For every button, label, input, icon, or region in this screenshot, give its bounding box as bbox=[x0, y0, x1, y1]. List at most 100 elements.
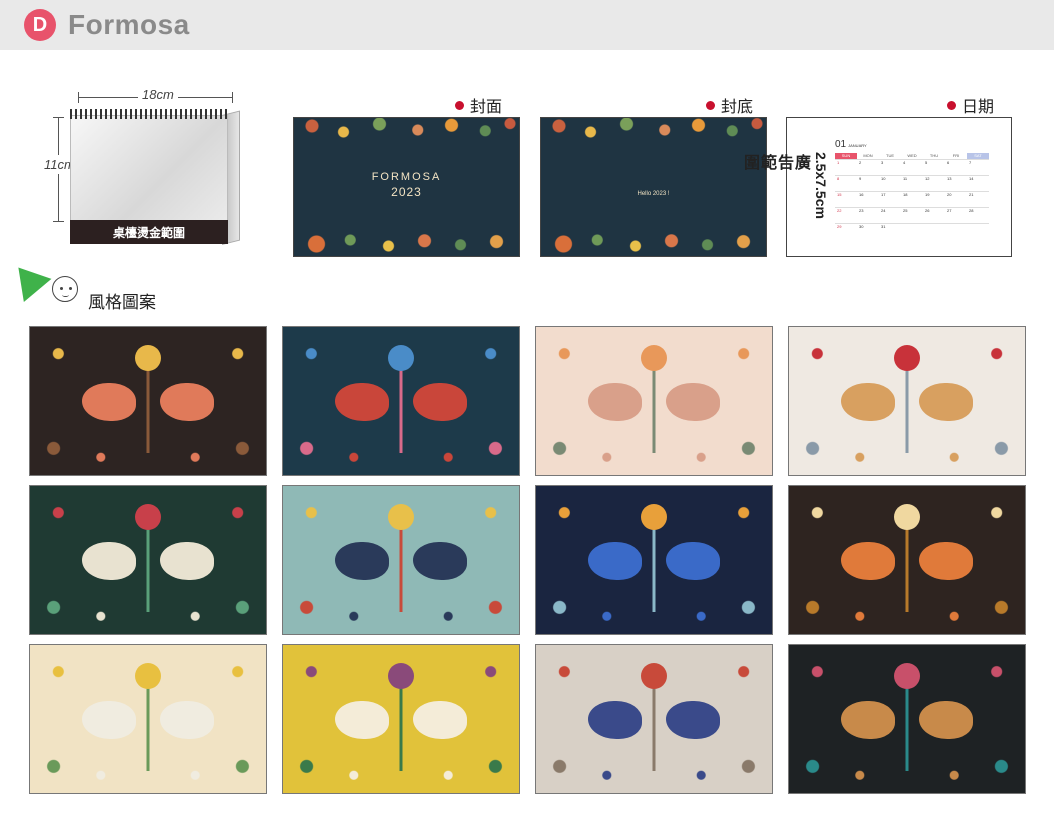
central-flower bbox=[641, 662, 667, 689]
day-cell: 2 bbox=[859, 160, 862, 165]
foil-stamping-area: 桌檯燙金範圍 bbox=[70, 220, 228, 244]
central-flower bbox=[388, 662, 414, 689]
weekday-label: MON bbox=[863, 153, 873, 158]
style-thumbnail[interactable] bbox=[29, 644, 267, 794]
left-animal-motif bbox=[334, 701, 389, 740]
right-animal-motif bbox=[160, 542, 215, 581]
left-animal-motif bbox=[334, 542, 389, 581]
style-thumbnail[interactable] bbox=[788, 485, 1026, 635]
day-cell: 13 bbox=[947, 176, 952, 181]
day-cell: 3 bbox=[881, 160, 884, 165]
day-cell: 4 bbox=[903, 160, 906, 165]
month-grid: SUN MON TUE WED THU FRI SAT 1 2 3 4 5 6 7 8 9 10 11 12 13 14… bbox=[835, 153, 989, 241]
style-thumbnail[interactable] bbox=[282, 644, 520, 794]
day-cell bbox=[901, 224, 923, 239]
day-cell: 6 bbox=[947, 160, 950, 165]
ad-area-text: 廣告範圍 bbox=[741, 154, 809, 170]
central-flower bbox=[641, 503, 667, 530]
right-animal-motif bbox=[413, 701, 468, 740]
front-cover-label: 封面 bbox=[455, 93, 502, 117]
back-cover-preview[interactable]: Hello 2023 ! bbox=[540, 117, 767, 257]
back-cover-label: 封底 bbox=[706, 93, 753, 117]
style-thumbnail[interactable] bbox=[535, 485, 773, 635]
right-animal-motif bbox=[160, 383, 215, 422]
style-thumbnail[interactable] bbox=[788, 644, 1026, 794]
day-cell: 25 bbox=[903, 208, 908, 213]
day-cell: 10 bbox=[881, 176, 886, 181]
weekday-label: TUE bbox=[886, 153, 894, 158]
weekday-label: THU bbox=[929, 153, 939, 158]
cover-title: FORMOSA bbox=[371, 171, 442, 183]
red-dot-icon bbox=[706, 101, 715, 111]
date-page-preview[interactable]: 廣告範圍 2.5x7.5cm 01 JANUARY SUN MON TUE WED THU… bbox=[741, 117, 1012, 257]
style-thumbnail[interactable] bbox=[788, 326, 1026, 476]
day-cell: 1 bbox=[837, 160, 840, 165]
style-thumbnail[interactable] bbox=[282, 326, 520, 476]
style-thumbnail[interactable] bbox=[535, 644, 773, 794]
right-animal-motif bbox=[413, 542, 468, 581]
weekday-label: SAT bbox=[967, 153, 989, 159]
left-animal-motif bbox=[587, 542, 642, 581]
day-cell: 20 bbox=[947, 192, 952, 197]
spiral-binding bbox=[70, 109, 228, 119]
weekday-label: SUN bbox=[835, 153, 857, 159]
right-animal-motif bbox=[919, 383, 974, 422]
left-animal-motif bbox=[81, 701, 136, 740]
red-dot-icon bbox=[455, 101, 464, 111]
cover-year: 2023 bbox=[391, 185, 422, 199]
green-triangle-icon bbox=[4, 255, 52, 303]
left-animal-motif bbox=[840, 383, 895, 422]
style-thumbnail[interactable] bbox=[535, 326, 773, 476]
day-cell: 5 bbox=[925, 160, 928, 165]
style-thumbnail[interactable] bbox=[29, 485, 267, 635]
product-page: D Formosa 18cm 11cm 桌檯燙金範圍 封面 FORMOSA 20… bbox=[0, 0, 1054, 817]
style-thumbnail[interactable] bbox=[29, 326, 267, 476]
style-section-title: 風格圖案 bbox=[88, 293, 156, 312]
day-cell: 9 bbox=[859, 176, 862, 181]
central-flower bbox=[388, 503, 414, 530]
central-flower bbox=[894, 503, 920, 530]
day-cell bbox=[945, 224, 967, 239]
left-animal-motif bbox=[81, 383, 136, 422]
left-animal-motif bbox=[840, 542, 895, 581]
calendar-product-illustration: 18cm 11cm 桌檯燙金範圍 bbox=[44, 85, 270, 260]
left-animal-motif bbox=[81, 542, 136, 581]
week-row: 22 23 24 25 26 27 28 bbox=[835, 207, 989, 223]
day-cell: 18 bbox=[903, 192, 908, 197]
ad-area-size: 2.5x7.5cm bbox=[813, 152, 829, 219]
floral-top-border bbox=[541, 118, 766, 158]
central-flower bbox=[135, 503, 161, 530]
header-bar: D Formosa bbox=[0, 0, 1054, 50]
red-dot-icon bbox=[947, 101, 956, 111]
day-cell: 15 bbox=[837, 192, 842, 197]
width-label: 18cm bbox=[138, 87, 178, 102]
central-flower bbox=[641, 344, 667, 371]
day-cell: 16 bbox=[859, 192, 864, 197]
month-name: JANUARY bbox=[848, 143, 867, 148]
week-row: 1 2 3 4 5 6 7 bbox=[835, 159, 989, 175]
month-number: 01 bbox=[835, 139, 847, 150]
day-cell: 27 bbox=[947, 208, 952, 213]
style-thumbnail[interactable] bbox=[282, 485, 520, 635]
day-cell: 26 bbox=[925, 208, 930, 213]
day-cell: 23 bbox=[859, 208, 864, 213]
day-cell: 30 bbox=[859, 224, 864, 229]
week-row: 29 30 31 bbox=[835, 223, 989, 239]
weekday-label: FRI bbox=[952, 153, 960, 158]
brand-title: Formosa bbox=[68, 9, 190, 40]
right-animal-motif bbox=[919, 701, 974, 740]
right-animal-motif bbox=[666, 542, 721, 581]
day-cell: 19 bbox=[925, 192, 930, 197]
central-flower bbox=[894, 344, 920, 371]
right-animal-motif bbox=[160, 701, 215, 740]
day-cell bbox=[923, 224, 945, 239]
day-cell: 7 bbox=[969, 160, 972, 165]
width-dimension: 18cm bbox=[78, 87, 233, 105]
right-animal-motif bbox=[919, 542, 974, 581]
right-animal-motif bbox=[413, 383, 468, 422]
day-cell: 24 bbox=[881, 208, 886, 213]
girl-face-icon bbox=[52, 276, 78, 302]
front-cover-preview[interactable]: FORMOSA 2023 bbox=[293, 117, 520, 257]
day-cell: 31 bbox=[881, 224, 886, 229]
day-cell: 22 bbox=[837, 208, 842, 213]
